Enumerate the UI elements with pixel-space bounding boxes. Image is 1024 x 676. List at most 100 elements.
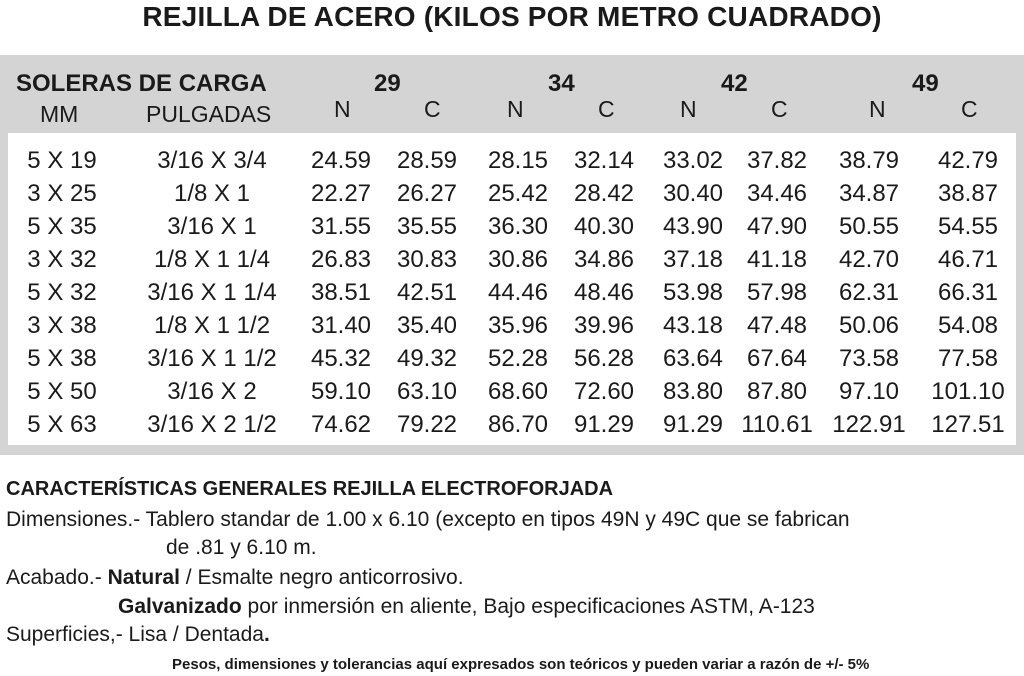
table-row: 3 X 38 1/8 X 1 1/2 31.40 35.40 35.96 39.96 43.… [0,311,1024,344]
cell-mm: 3 X 38 [27,312,97,339]
cell-49-n: 73.58 [838,345,900,372]
cell-49-c: 66.31 [937,279,999,306]
n-header-49: N [869,96,886,122]
table-row: 5 X 38 3/16 X 1 1/2 45.32 49.32 52.28 56.28 63… [0,344,1024,377]
cell-29-c: 42.51 [396,279,458,306]
table-row: 3 X 32 1/8 X 1 1/4 26.83 30.83 30.86 34.86 37.… [0,245,1024,278]
c-header-29: C [424,96,441,122]
cell-29-c: 35.40 [396,312,458,339]
cell-42-n: 37.18 [662,246,724,273]
cell-pulg: 1/8 X 1 1/2 [153,312,271,339]
mm-header: MM [40,101,79,127]
cell-34-c: 91.29 [573,411,635,438]
dimensiones-line-continued: de .81 y 6.10 m. [166,536,317,559]
cell-29-c: 35.55 [396,213,458,240]
cell-49-n: 50.06 [838,312,900,339]
soleras-header: SOLERAS DE CARGA [16,70,267,97]
cell-29-c: 63.10 [396,378,458,405]
galvanizado-rest: por inmersión en aliente, Bajo especific… [241,595,815,618]
cell-34-c: 40.30 [573,213,635,240]
cell-49-c: 54.55 [937,213,999,240]
cell-42-n: 53.98 [662,279,724,306]
cell-49-c: 101.10 [931,378,1005,405]
cell-34-n: 30.86 [487,246,549,273]
cell-34-c: 56.28 [573,345,635,372]
n-header-34: N [507,96,524,122]
cell-mm: 5 X 50 [27,378,97,405]
acabado-natural: Natural [107,566,180,589]
characteristics-heading: CARACTERÍSTICAS GENERALES REJILLA ELECTR… [6,478,614,500]
cell-34-n: 86.70 [487,411,549,438]
superficies-line: Superficies,- Lisa / Dentada. [6,622,270,648]
cell-pulg: 3/16 X 1 [167,213,257,240]
cell-29-c: 30.83 [396,246,458,273]
cell-29-n: 24.59 [310,147,372,174]
cell-pulg: 3/16 X 3/4 [157,147,267,174]
cell-49-c: 42.79 [937,147,999,174]
cell-42-n: 83.80 [662,378,724,405]
cell-pulg: 3/16 X 2 1/2 [147,411,277,438]
cell-49-n: 42.70 [838,246,900,273]
cell-pulg: 1/8 X 1 [173,180,251,207]
cell-mm: 3 X 25 [27,180,97,207]
cell-34-n: 28.15 [487,147,549,174]
cell-34-c: 72.60 [573,378,635,405]
cell-34-n: 52.28 [487,345,549,372]
cell-mm: 5 X 19 [27,147,97,174]
cell-42-c: 47.48 [746,312,808,339]
group-header-42: 42 [721,70,748,97]
table-row: 5 X 50 3/16 X 2 59.10 63.10 68.60 72.60 83.80 8… [0,377,1024,410]
dimensiones-line: Dimensiones.- Tablero standar de 1.00 x … [6,508,850,531]
cell-34-c: 39.96 [573,312,635,339]
cell-49-c: 127.51 [931,411,1005,438]
cell-pulg: 3/16 X 1 1/2 [147,345,277,372]
cell-29-c: 49.32 [396,345,458,372]
pulgadas-header: PULGADAS [146,101,272,127]
cell-42-n: 30.40 [662,180,724,207]
cell-49-c: 54.08 [937,312,999,339]
cell-pulg: 3/16 X 2 [167,378,257,405]
cell-42-c: 87.80 [746,378,808,405]
cell-42-c: 37.82 [746,147,808,174]
cell-49-c: 38.87 [937,180,999,207]
cell-29-n: 59.10 [310,378,372,405]
cell-29-n: 22.27 [310,180,372,207]
cell-34-n: 68.60 [487,378,549,405]
group-header-34: 34 [548,70,575,97]
cell-29-c: 28.59 [396,147,458,174]
cell-42-n: 63.64 [662,345,724,372]
cell-mm: 5 X 32 [27,279,97,306]
cell-34-n: 25.42 [487,180,549,207]
table-row: 5 X 32 3/16 X 1 1/4 38.51 42.51 44.46 48.46 53… [0,278,1024,311]
acabado-rest: / Esmalte negro anticorrosivo. [179,566,464,589]
cell-49-n: 122.91 [832,411,906,438]
table-row: 5 X 63 3/16 X 2 1/2 74.62 79.22 86.70 91.29 91… [0,410,1024,443]
cell-34-n: 36.30 [487,213,549,240]
c-header-34: C [598,96,615,122]
n-header-42: N [680,96,697,122]
n-header-29: N [334,96,351,122]
cell-pulg: 3/16 X 1 1/4 [147,279,277,306]
cell-42-c: 41.18 [746,246,808,273]
cell-42-c: 110.61 [741,411,813,438]
galvanizado-label: Galvanizado [118,595,242,618]
cell-42-c: 34.46 [746,180,808,207]
cell-mm: 5 X 63 [27,411,97,438]
cell-42-c: 67.64 [746,345,808,372]
cell-29-n: 31.40 [310,312,372,339]
cell-42-n: 43.18 [662,312,724,339]
tolerance-footnote: Pesos, dimensiones y tolerancias aquí ex… [172,656,870,673]
cell-pulg: 1/8 X 1 1/4 [153,246,271,273]
cell-49-n: 62.31 [838,279,900,306]
cell-34-c: 28.42 [573,180,635,207]
cell-mm: 5 X 35 [27,213,97,240]
cell-49-n: 38.79 [838,147,900,174]
c-header-49: C [961,96,978,122]
acabado-prefix: Acabado.- [6,566,108,589]
cell-49-n: 97.10 [838,378,900,405]
c-header-42: C [771,96,788,122]
cell-mm: 3 X 32 [27,246,97,273]
superficies-text: Superficies,- Lisa / Dentada [6,623,264,646]
superficies-dot: . [263,623,270,646]
table-row: 3 X 25 1/8 X 1 22.27 26.27 25.42 28.42 30.40 34… [0,179,1024,212]
